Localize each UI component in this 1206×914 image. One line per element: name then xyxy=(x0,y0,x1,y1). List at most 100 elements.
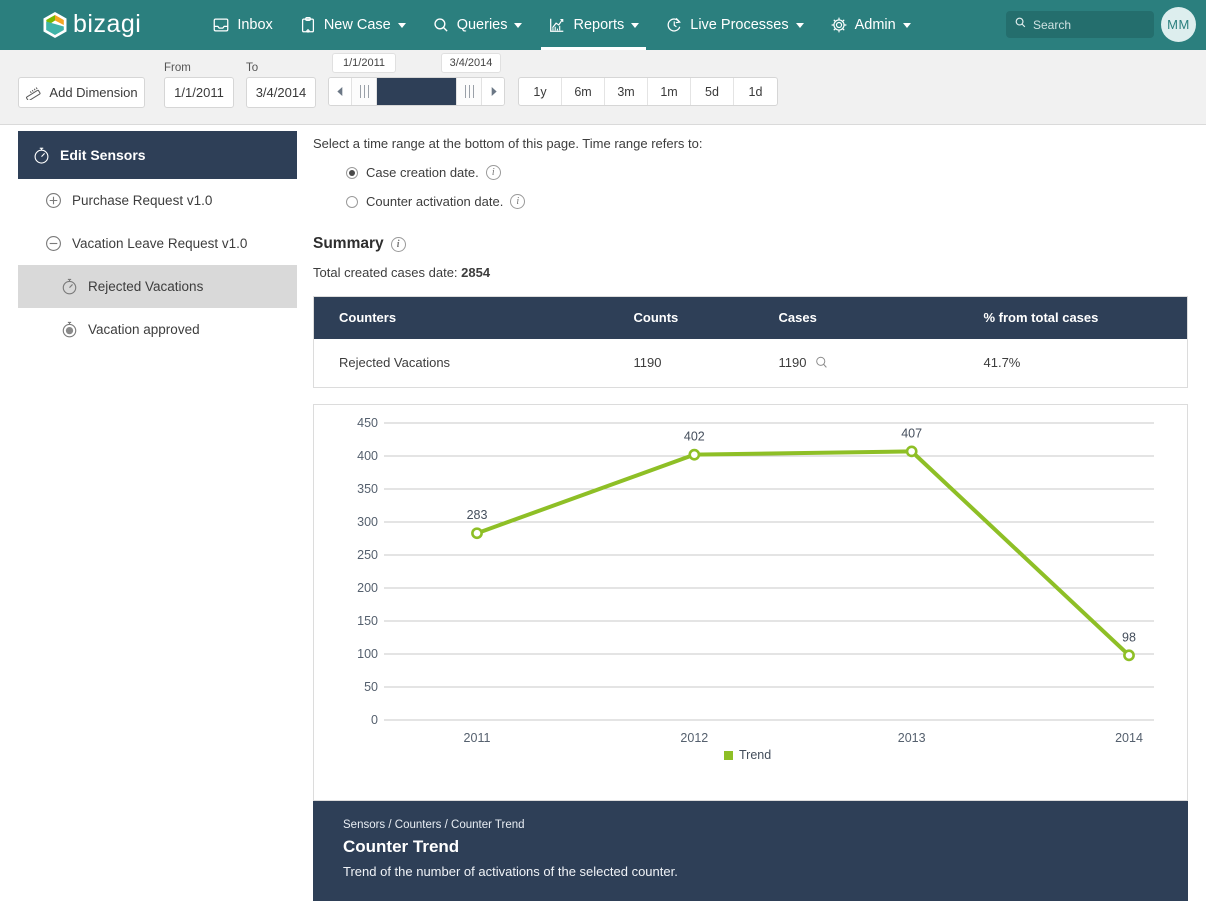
y-axis-tick-label: 50 xyxy=(364,680,378,694)
sidebar-header-edit-sensors[interactable]: Edit Sensors xyxy=(18,131,297,179)
cell-counts: 1190 xyxy=(633,355,662,371)
y-axis-tick-label: 350 xyxy=(357,482,378,496)
x-axis-tick-label: 2012 xyxy=(680,731,708,745)
data-point[interactable] xyxy=(471,527,483,540)
time-range-hint: Select a time range at the bottom of thi… xyxy=(313,136,703,151)
chevron-down-icon xyxy=(631,22,640,28)
legend-label[interactable]: Trend xyxy=(739,748,771,762)
ruler-icon xyxy=(25,83,42,103)
nav-item-queries[interactable]: Queries xyxy=(419,0,536,50)
nav-item-reports[interactable]: Reports xyxy=(535,0,652,50)
add-dimension-label: Add Dimension xyxy=(49,85,138,100)
quick-range-3m[interactable]: 3m xyxy=(605,78,648,105)
x-axis-tick-label: 2014 xyxy=(1115,731,1143,745)
quick-range-1y[interactable]: 1y xyxy=(519,78,562,105)
inbox-icon xyxy=(212,16,230,34)
bizagi-hexagon-icon xyxy=(42,11,68,39)
table-row[interactable]: Rejected Vacations 1190 1190 41.7% xyxy=(314,339,1188,388)
nav-label-reports: Reports xyxy=(573,17,625,33)
nav-label-live-processes: Live Processes xyxy=(690,17,789,33)
add-dimension-button[interactable]: Add Dimension xyxy=(18,77,145,108)
slider-selected-range[interactable] xyxy=(377,78,456,105)
brand-name: bizagi xyxy=(73,9,142,38)
info-icon[interactable]: i xyxy=(390,236,406,252)
nav-item-new-case[interactable]: New Case xyxy=(286,0,419,50)
sidebar-item-purchase-request[interactable]: Purchase Request v1.0 xyxy=(18,179,297,222)
chevron-down-icon xyxy=(514,22,523,28)
y-axis-tick-label: 300 xyxy=(357,515,378,529)
sidebar-item-rejected-vacations[interactable]: Rejected Vacations xyxy=(18,265,297,308)
nav-item-admin[interactable]: Admin xyxy=(817,0,924,50)
quick-range-buttons: 1y 6m 3m 1m 5d 1d xyxy=(518,77,778,106)
stopwatch-icon xyxy=(32,146,51,165)
nav-item-inbox[interactable]: Inbox xyxy=(199,0,285,50)
nav-label-queries: Queries xyxy=(456,17,508,33)
info-icon[interactable]: i xyxy=(510,194,526,209)
counter-trend-chart: 0 50 100 150 200 250 300 350 400 450 2011 2012 2013 2… xyxy=(313,404,1188,801)
chevron-down-icon xyxy=(397,22,406,28)
global-search[interactable] xyxy=(1006,11,1154,38)
nav-label-inbox: Inbox xyxy=(237,17,273,33)
nav-items: Inbox New Case Queries Reports Live Proc… xyxy=(199,0,923,50)
cell-counter-name: Rejected Vacations xyxy=(339,355,451,371)
to-date-value: 3/4/2014 xyxy=(255,85,307,100)
data-point[interactable] xyxy=(905,445,918,458)
radio-case-creation-date[interactable]: Case creation date. i xyxy=(346,165,1188,180)
nav-item-live-processes[interactable]: Live Processes xyxy=(652,0,816,50)
data-point-label: 98 xyxy=(1122,630,1136,644)
sidebar-header-label: Edit Sensors xyxy=(60,147,146,163)
minus-circle-icon xyxy=(44,234,63,253)
quick-range-1m[interactable]: 1m xyxy=(648,78,691,105)
data-point[interactable] xyxy=(688,448,701,461)
panel-description: Trend of the number of activations of th… xyxy=(343,864,678,879)
time-range-slider[interactable] xyxy=(328,77,505,106)
y-axis-tick-label: 400 xyxy=(357,449,378,463)
y-axis-tick-label: 200 xyxy=(357,581,378,595)
range-start-bubble: 1/1/2011 xyxy=(332,53,396,73)
total-cases-line: Total created cases date: 2854 xyxy=(313,265,1188,280)
sidebar-item-vacation-approved[interactable]: Vacation approved xyxy=(18,308,297,351)
avatar-initials: MM xyxy=(1167,17,1190,32)
quick-range-1d[interactable]: 1d xyxy=(734,78,777,105)
plus-circle-icon xyxy=(44,191,63,210)
slider-prev-button[interactable] xyxy=(329,78,351,105)
to-date-input[interactable]: 3/4/2014 xyxy=(246,77,316,108)
radio-indicator[interactable] xyxy=(346,195,358,208)
sidebar-item-label: Vacation Leave Request v1.0 xyxy=(72,236,248,251)
cell-percent: 41.7% xyxy=(983,355,1021,371)
magnifier-icon[interactable] xyxy=(814,355,829,370)
legend-swatch xyxy=(724,751,733,760)
range-start-value: 1/1/2011 xyxy=(342,57,385,69)
from-date-input[interactable]: 1/1/2011 xyxy=(164,77,234,108)
radio-label: Counter activation date. xyxy=(366,194,504,209)
y-axis-tick-label: 250 xyxy=(357,548,378,562)
info-icon[interactable]: i xyxy=(485,165,501,180)
search-input[interactable] xyxy=(1033,17,1143,32)
sidebar-item-label: Purchase Request v1.0 xyxy=(72,193,213,208)
to-label: To xyxy=(246,62,259,74)
slider-right-handle[interactable] xyxy=(456,78,482,105)
sidebar-item-vacation-leave-request[interactable]: Vacation Leave Request v1.0 xyxy=(18,222,297,265)
brand-logo[interactable]: bizagi xyxy=(42,9,142,40)
data-point[interactable] xyxy=(1123,649,1135,662)
radio-counter-activation-date[interactable]: Counter activation date. i xyxy=(346,194,1188,209)
panel-title: Counter Trend xyxy=(343,837,460,856)
user-avatar[interactable]: MM xyxy=(1161,7,1196,42)
slider-left-handle[interactable] xyxy=(351,78,377,105)
col-percent-from-total: % from total cases xyxy=(958,296,1188,339)
quick-range-5d[interactable]: 5d xyxy=(691,78,734,105)
quick-range-6m[interactable]: 6m xyxy=(562,78,605,105)
from-label: From xyxy=(164,62,191,74)
gear-icon xyxy=(830,16,848,34)
main-content: Select a time range at the bottom of thi… xyxy=(313,131,1188,901)
radio-indicator[interactable] xyxy=(346,166,358,179)
slider-next-button[interactable] xyxy=(482,78,504,105)
sidebar-item-label: Vacation approved xyxy=(88,322,200,337)
top-navbar: bizagi Inbox New Case Queries Reports Li… xyxy=(0,0,1206,50)
chevron-down-icon xyxy=(795,22,804,28)
chevron-down-icon xyxy=(902,22,911,28)
cell-cases-value: 1190 xyxy=(778,355,807,371)
chart-icon xyxy=(548,16,566,34)
series-line-trend xyxy=(476,449,1131,657)
nav-label-admin: Admin xyxy=(854,17,896,33)
